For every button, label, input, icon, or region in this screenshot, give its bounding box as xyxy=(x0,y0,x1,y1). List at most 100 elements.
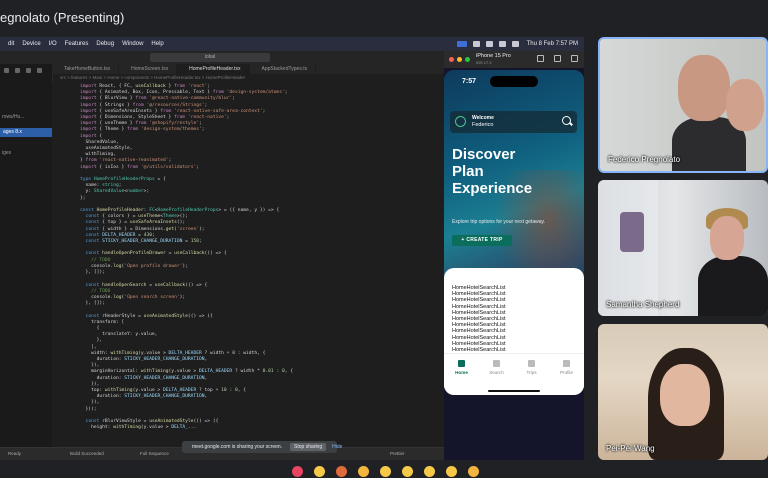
tab-home-screen[interactable]: HomeScreen.tsx xyxy=(119,64,178,74)
search-icon[interactable] xyxy=(15,68,20,73)
welcome-label: Welcome xyxy=(472,115,494,121)
menu-device[interactable]: Device xyxy=(22,41,40,47)
reactions-bar xyxy=(0,466,768,478)
source-code[interactable]: import React, { FC, useCallback } from '… xyxy=(80,84,293,431)
debug-icon[interactable] xyxy=(37,68,42,73)
home-button-icon[interactable] xyxy=(537,55,544,62)
control-center-icon[interactable] xyxy=(498,41,506,47)
simulator-title-bar: iPhone 15 Pro iOS 17.2 xyxy=(444,51,584,68)
editor-tabs: TakeHomeButton.tsx HomeScreen.tsx HomePr… xyxy=(52,64,444,74)
hero-subtitle: Explore trip options for your next getaw… xyxy=(452,219,546,225)
tab-home[interactable]: Home xyxy=(444,354,479,388)
editor-toolbar: lobal xyxy=(0,51,444,65)
simulator-os-version: iOS 17.2 xyxy=(476,60,492,65)
close-window-icon[interactable] xyxy=(449,57,454,62)
participant-body xyxy=(698,256,768,316)
thumbs-up-icon[interactable] xyxy=(314,466,325,477)
tab-search[interactable]: Search xyxy=(479,354,514,388)
menu-edit[interactable]: dit xyxy=(8,41,14,47)
menu-debug[interactable]: Debug xyxy=(96,41,114,47)
menu-window[interactable]: Window xyxy=(122,41,143,47)
person-icon xyxy=(563,360,570,367)
stop-sharing-button[interactable]: Stop sharing xyxy=(290,443,327,451)
window-controls xyxy=(449,57,470,62)
user-name: Federico xyxy=(472,122,494,128)
participant-face xyxy=(678,55,730,121)
search-icon[interactable] xyxy=(511,41,519,47)
tab-home-profile-header[interactable]: HomeProfileHeader.tsx xyxy=(177,64,250,74)
party-popper-icon[interactable] xyxy=(336,466,347,477)
tab-trips[interactable]: Trips xyxy=(514,354,549,388)
menu-help[interactable]: Help xyxy=(151,41,163,47)
dynamic-island xyxy=(490,76,538,87)
status-prettier[interactable]: Prettier xyxy=(390,451,405,456)
zoom-window-icon[interactable] xyxy=(465,57,470,62)
mac-status-area: Thu 8 Feb 7:57 PM xyxy=(456,37,578,51)
bottom-tab-bar: Home Search Trips Profile xyxy=(444,353,584,388)
participant-face xyxy=(660,364,710,426)
wifi-icon[interactable] xyxy=(472,41,480,47)
thinking-face-icon[interactable] xyxy=(446,466,457,477)
explorer-toolbar xyxy=(4,68,42,73)
avatar[interactable] xyxy=(455,116,466,127)
background-object xyxy=(620,212,644,252)
participant-name: Samantha Shepherd xyxy=(606,300,680,309)
participant-tile[interactable]: Pei-Pei Wang xyxy=(598,324,768,460)
crying-face-icon[interactable] xyxy=(424,466,435,477)
compass-icon xyxy=(528,360,535,367)
hide-banner-button[interactable]: Hide xyxy=(332,444,342,450)
screen-share-icon[interactable] xyxy=(456,41,467,47)
menu-io[interactable]: I/O xyxy=(49,41,57,47)
screenshot-icon[interactable] xyxy=(554,55,561,62)
participant-name: Pei-Pei Wang xyxy=(606,444,655,453)
command-search-input[interactable]: lobal xyxy=(150,53,270,62)
create-trip-button[interactable]: + CREATE TRIP xyxy=(452,235,512,246)
shared-screen: dit Device I/O Features Debug Window Hel… xyxy=(0,37,584,460)
tab-profile-label: Profile xyxy=(559,370,574,375)
profile-header[interactable]: Welcome Federico xyxy=(450,111,577,133)
explorer-item[interactable]: iges xyxy=(2,150,11,156)
clapping-hands-icon[interactable] xyxy=(358,466,369,477)
search-icon[interactable] xyxy=(562,116,571,125)
participant-face xyxy=(710,216,744,260)
participant-name: Federico Pregnolato xyxy=(608,155,681,164)
presentation-title: egnolato (Presenting) xyxy=(0,10,125,25)
laughing-face-icon[interactable] xyxy=(380,466,391,477)
tab-app-stacked-types[interactable]: AppStackedTypes.ts xyxy=(250,64,317,74)
folder-icon[interactable] xyxy=(4,68,9,73)
status-build: Build Succeeded xyxy=(70,451,104,456)
home-indicator xyxy=(488,390,540,392)
share-message: meet.google.com is sharing your screen. xyxy=(192,444,283,450)
status-ready: Ready xyxy=(8,451,22,456)
search-icon xyxy=(493,360,500,367)
participant-tile[interactable]: Samantha Shepherd xyxy=(598,180,768,316)
code-editor[interactable]: import React, { FC, useCallback } from '… xyxy=(52,82,444,447)
status-time: 7:57 xyxy=(462,78,477,85)
simulator-device-name: iPhone 15 Pro xyxy=(476,53,511,59)
screen-share-banner: meet.google.com is sharing your screen. … xyxy=(182,441,342,453)
menu-features[interactable]: Features xyxy=(65,41,89,47)
tab-take-home-button[interactable]: TakeHomeButton.tsx xyxy=(52,64,120,74)
mac-menu-bar: dit Device I/O Features Debug Window Hel… xyxy=(0,37,584,51)
clock: Thu 8 Feb 7:57 PM xyxy=(526,41,578,47)
branch-icon[interactable] xyxy=(26,68,31,73)
battery-icon[interactable] xyxy=(485,41,493,47)
participant-tile[interactable]: Federico Pregnolato xyxy=(598,37,768,173)
breadcrumb[interactable]: src > features > Main > Home > component… xyxy=(60,75,245,80)
explorer-item-selected[interactable]: ages 8.x xyxy=(0,128,52,137)
surprised-face-icon[interactable] xyxy=(402,466,413,477)
minimize-window-icon[interactable] xyxy=(457,57,462,62)
hotel-search-list[interactable]: HomeHotelSearchList HomeHotelSearchList … xyxy=(452,285,506,353)
ios-simulator: iPhone 15 Pro iOS 17.2 7:57 Welcome Fede… xyxy=(444,51,584,460)
tab-profile[interactable]: Profile xyxy=(549,354,584,388)
participant-hand xyxy=(726,79,764,131)
tab-trips-label: Trips xyxy=(526,370,537,375)
phone-screen: 7:57 Welcome Federico Discover Plan Expe… xyxy=(444,70,584,395)
thumbs-down-icon[interactable] xyxy=(468,466,479,477)
home-icon xyxy=(458,360,465,367)
heart-icon[interactable] xyxy=(292,466,303,477)
line-gutter xyxy=(52,82,76,447)
rotate-icon[interactable] xyxy=(571,55,578,62)
explorer-item[interactable]: rows/Hu... xyxy=(2,114,25,120)
hero-headline: Discover Plan Experience xyxy=(452,146,533,197)
